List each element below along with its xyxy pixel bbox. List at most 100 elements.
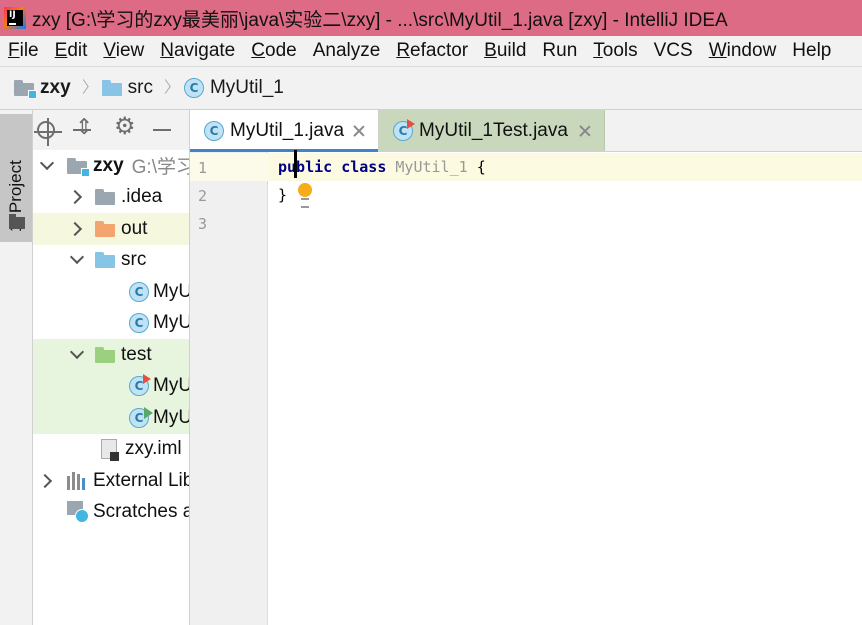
project-toolbar [33, 110, 189, 150]
tree-item-test-file[interactable]: C MyUtil_1Test [33, 370, 189, 402]
tree-item-src-file[interactable]: C MyUtil [33, 308, 189, 340]
tree-item-external-libraries[interactable]: External Libraries [33, 465, 189, 497]
code-editor[interactable]: 1 2 3 public class MyUtil_1 { } [190, 150, 862, 625]
intellij-logo-icon: IJ [4, 7, 26, 29]
tree-item-label: MyUtil_1 [153, 280, 189, 302]
collapse-all-icon[interactable] [71, 116, 93, 141]
tree-item-test-file[interactable]: C MyUtilTest [33, 402, 189, 434]
menu-label: dit [67, 40, 88, 61]
chevron-right-icon[interactable] [69, 188, 87, 206]
menu-label: VCS [653, 40, 693, 61]
excluded-folder-icon [95, 220, 115, 237]
source-folder-icon [95, 252, 115, 269]
tree-item-label: zxy.iml [125, 438, 182, 460]
tree-item-root[interactable]: zxy G:\学习的zxy最美丽\java\实验二\zxy [33, 150, 189, 182]
menu-item[interactable]: Refactor [388, 40, 476, 62]
chevron-down-icon[interactable] [39, 157, 57, 175]
menu-mnemonic: R [396, 40, 411, 61]
tree-item-path: G:\学习的zxy最美丽\java\实验二\zxy [131, 157, 189, 179]
tree-item-label: .idea [121, 186, 163, 208]
test-class-icon: C [129, 406, 153, 428]
close-icon[interactable] [352, 124, 366, 138]
class-icon: C [183, 78, 204, 98]
class-icon: C [129, 281, 149, 302]
menu-mnemonic: E [54, 40, 68, 61]
menu-label: ode [265, 40, 297, 61]
menu-mnemonic: W [708, 40, 727, 61]
menu-item[interactable]: Code [243, 40, 304, 62]
editor-tabs: C MyUtil_1.java C MyUtil_1Test.java [190, 110, 862, 152]
tab-myutil-1[interactable]: C MyUtil_1.java [190, 110, 380, 152]
chevron-down-icon[interactable] [69, 251, 87, 269]
breadcrumb-file-label: MyUtil_1 [209, 77, 284, 98]
close-icon[interactable] [578, 124, 592, 138]
class-icon: C [129, 313, 149, 334]
menu-mnemonic: N [160, 40, 174, 61]
chevron-down-icon[interactable] [69, 346, 87, 364]
breadcrumb-src[interactable]: src [101, 77, 153, 99]
tree-item-label: zxy [93, 154, 124, 176]
tree-item-iml[interactable]: zxy.iml [33, 434, 189, 466]
menu-item[interactable]: Navigate [152, 40, 243, 62]
line-number-gutter[interactable]: 1 2 3 [190, 152, 268, 625]
menu-item[interactable]: Build [476, 40, 534, 62]
tree-item-label: out [121, 217, 148, 239]
code-content[interactable]: public class MyUtil_1 { } [278, 150, 486, 236]
tab-label: MyUtil_1.java [230, 119, 345, 141]
keyword: class [341, 158, 387, 176]
scratches-icon [67, 501, 89, 524]
tree-item-scratches[interactable]: Scratches and Consoles [33, 497, 189, 529]
menu-mnemonic: C [251, 40, 265, 61]
menu-mnemonic: F [8, 40, 20, 61]
menu-item[interactable]: Window [701, 40, 785, 62]
folder-icon [9, 214, 25, 229]
line-number: 1 [198, 159, 208, 177]
test-folder-icon [95, 346, 115, 363]
menu-item[interactable]: Run [534, 40, 585, 62]
tree-item-label: MyUtilTest [153, 406, 189, 428]
test-class-icon: C [129, 374, 151, 397]
tree-item-src[interactable]: src [33, 245, 189, 277]
code-line[interactable] [278, 208, 486, 236]
chevron-right-icon[interactable] [69, 220, 87, 238]
menu-item[interactable]: Analyze [305, 40, 389, 62]
chevron-right-icon[interactable] [39, 472, 57, 490]
menu-label: ile [19, 40, 39, 61]
left-tool-stripe: 1: Project [0, 110, 33, 625]
module-folder-icon [14, 80, 37, 99]
menu-item[interactable]: Edit [47, 40, 96, 62]
menu-item[interactable]: Help [784, 40, 839, 62]
gear-icon[interactable] [113, 115, 136, 141]
breadcrumb-separator-icon [79, 80, 88, 96]
tree-item-out[interactable]: out [33, 213, 189, 245]
menu-item[interactable]: File [0, 40, 47, 62]
minimize-icon[interactable] [151, 119, 173, 141]
project-tool-button[interactable]: 1: Project [0, 114, 32, 242]
line-number: 3 [198, 215, 208, 233]
menu-item[interactable]: VCS [646, 40, 701, 62]
text-caret [294, 150, 297, 178]
lightbulb-icon[interactable] [298, 183, 312, 208]
menu-item[interactable]: Tools [585, 40, 645, 62]
menu-mnemonic: V [103, 40, 116, 61]
menu-item[interactable]: View [95, 40, 152, 62]
title-bar: IJ zxy [G:\学习的zxy最美丽\java\实验二\zxy] - ...… [0, 0, 862, 36]
tree-item-src-file[interactable]: C MyUtil_1 [33, 276, 189, 308]
breadcrumb-project[interactable]: zxy [14, 77, 71, 99]
tree-item-label: External Libraries [93, 469, 189, 491]
source-folder-icon [101, 80, 122, 96]
tab-myutil-1-test[interactable]: C MyUtil_1Test.java [379, 110, 605, 151]
keyword: public [278, 158, 333, 176]
class-icon: C [204, 120, 224, 141]
project-tool-window: zxy G:\学习的zxy最美丽\java\实验二\zxy .idea out … [33, 110, 190, 625]
breadcrumb-file[interactable]: C MyUtil_1 [183, 77, 284, 99]
navigation-bar: zxy src C MyUtil_1 [0, 66, 862, 110]
tree-item-test[interactable]: test [33, 339, 189, 371]
code-line[interactable]: } [278, 180, 486, 208]
libraries-icon [67, 471, 89, 490]
line-number: 2 [198, 187, 208, 205]
tree-item-idea[interactable]: .idea [33, 182, 189, 214]
locate-target-icon[interactable] [34, 118, 62, 146]
code-line[interactable]: public class MyUtil_1 { [278, 150, 486, 180]
module-folder-icon [67, 157, 90, 177]
